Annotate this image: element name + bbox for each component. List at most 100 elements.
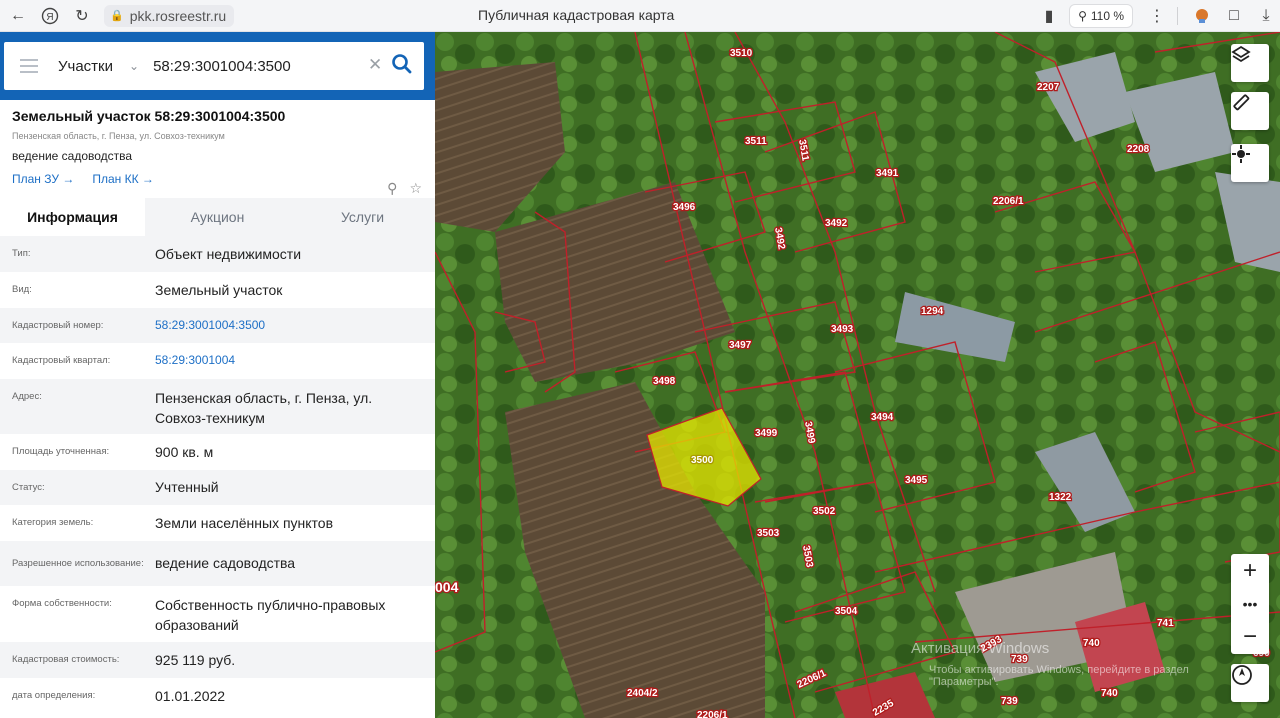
- tab-auction[interactable]: Аукцион: [145, 198, 290, 236]
- info-row: Тип: Объект недвижимости: [0, 236, 435, 272]
- svg-text:Я: Я: [46, 12, 53, 23]
- info-key: Разрешенное использование:: [12, 557, 144, 569]
- parcel-label[interactable]: 3495: [904, 474, 929, 488]
- parcel-label[interactable]: 3492: [824, 217, 849, 231]
- parcel-label[interactable]: 739: [1000, 695, 1020, 709]
- object-title: Земельный участок 58:29:3001004:3500: [12, 108, 286, 124]
- map-view[interactable]: 3510 3511 3511 3491 3492 3492 3496 1294 …: [435, 32, 1280, 718]
- info-value: Пензенская область, г. Пенза, ул. Совхоз…: [155, 390, 373, 427]
- yandex-icon[interactable]: Я: [36, 2, 64, 30]
- highlighted-parcel-label[interactable]: 3500: [690, 454, 715, 468]
- info-key: Кадастровая стоимость:: [12, 654, 120, 666]
- tab-services[interactable]: Услуги: [290, 198, 435, 236]
- zoom-out-button[interactable]: −: [1231, 620, 1269, 653]
- parcel-label[interactable]: 2404/2: [626, 687, 660, 701]
- reload-icon[interactable]: ↻: [68, 2, 96, 30]
- plan-zu-link[interactable]: План ЗУ →: [12, 172, 74, 186]
- extension-icon[interactable]: [1188, 2, 1216, 30]
- download-icon[interactable]: ⤓: [1252, 2, 1280, 30]
- info-row: дата определения: 01.01.2022: [0, 678, 435, 714]
- info-key: Адрес:: [12, 391, 42, 402]
- info-value: Земли населённых пунктов: [155, 514, 334, 531]
- search-icon[interactable]: [390, 52, 414, 76]
- compass-icon: [1232, 665, 1252, 685]
- plan-kk-link[interactable]: План КК →: [92, 172, 154, 186]
- parcel-label[interactable]: 2206/1: [992, 195, 1026, 209]
- locate-button[interactable]: [1231, 144, 1269, 182]
- info-panel: Участки ⌄ ✕ ❮ Земельный участок 58:29:30…: [0, 32, 450, 718]
- more-options-icon[interactable]: •••: [1231, 587, 1269, 620]
- info-row: Статус: Учтенный: [0, 470, 435, 505]
- zoom-in-button[interactable]: +: [1231, 554, 1269, 587]
- info-table: Тип: Объект недвижимости Вид: Земельный уч…: [0, 236, 435, 714]
- parcel-label[interactable]: 1294: [920, 305, 945, 319]
- zoom-magnifier-icon: ⚲: [1078, 9, 1087, 23]
- search-bar: Участки ⌄ ✕: [0, 32, 450, 100]
- parcel-label[interactable]: 2207: [1036, 81, 1061, 95]
- address-bar[interactable]: 🔒 pkk.rosreestr.ru: [104, 4, 235, 27]
- parcel-label[interactable]: 740: [1100, 687, 1120, 701]
- info-row: Кадастровый квартал: 58:29:3001004: [0, 343, 435, 379]
- info-key: Тип:: [12, 248, 31, 260]
- parcel-label[interactable]: 3499: [754, 427, 779, 441]
- windows-watermark-text: Чтобы активировать Windows, перейдите в …: [929, 664, 1189, 688]
- parcel-label[interactable]: 3491: [875, 167, 900, 181]
- cadastral-quarter-link[interactable]: 58:29:3001004: [155, 352, 425, 369]
- page-title: Публичная кадастровая карта: [478, 7, 675, 23]
- cadastral-number-link[interactable]: 58:29:3001004:3500: [155, 317, 425, 334]
- search-box: Участки ⌄ ✕: [4, 42, 424, 90]
- info-value: ведение садоводства: [155, 555, 296, 572]
- url-text: pkk.rosreestr.ru: [129, 7, 227, 24]
- info-key: Статус:: [12, 481, 45, 493]
- star-icon[interactable]: ☆: [409, 180, 422, 197]
- satellite-map: 3510 3511 3511 3491 3492 3492 3496 1294 …: [435, 32, 1280, 718]
- more-icon[interactable]: ⋮: [1143, 2, 1171, 30]
- info-row: Кадастровый номер: 58:29:3001004:3500: [0, 308, 435, 343]
- compass-button[interactable]: [1231, 664, 1269, 702]
- ruler-icon: [1233, 94, 1250, 111]
- layers-button[interactable]: [1231, 44, 1269, 82]
- info-row: Кадастровая стоимость: 925 119 руб.: [0, 642, 435, 678]
- info-tabs: Информация Аукцион Услуги: [0, 198, 435, 236]
- parcel-label[interactable]: 3494: [870, 411, 895, 425]
- reading-mode-icon[interactable]: □: [1220, 2, 1248, 30]
- info-row: Разрешенное использование: ведение садово…: [0, 541, 435, 586]
- info-key: Кадастровый квартал:: [12, 355, 111, 367]
- zoom-value: 110 %: [1090, 9, 1124, 23]
- parcel-label[interactable]: 740: [1082, 637, 1102, 651]
- clear-icon[interactable]: ✕: [368, 55, 382, 75]
- parcel-label[interactable]: 2208: [1126, 143, 1151, 157]
- parcel-label[interactable]: 3497: [728, 339, 753, 353]
- parcel-label[interactable]: 3503: [756, 527, 781, 541]
- parcel-label[interactable]: 741: [1156, 617, 1176, 631]
- tab-information[interactable]: Информация: [0, 198, 145, 236]
- search-input[interactable]: [153, 57, 354, 75]
- info-key: Вид:: [12, 284, 32, 296]
- parcel-label[interactable]: 3493: [830, 323, 855, 337]
- parcel-label[interactable]: 3510: [729, 47, 754, 61]
- menu-icon[interactable]: [20, 59, 38, 73]
- parcel-label[interactable]: 3511: [744, 135, 769, 149]
- parcel-label[interactable]: 1322: [1048, 491, 1073, 505]
- zoom-controls: + ••• −: [1231, 554, 1269, 654]
- parcel-label[interactable]: 3496: [672, 201, 697, 215]
- object-header: Земельный участок 58:29:3001004:3500 Пен…: [12, 108, 422, 196]
- bookmark-icon[interactable]: ▮: [1035, 2, 1063, 30]
- zoom-to-object-icon[interactable]: ⚲: [387, 180, 397, 197]
- parcel-label[interactable]: 3498: [652, 375, 677, 389]
- zoom-indicator[interactable]: ⚲ 110 %: [1069, 4, 1133, 28]
- parcel-label[interactable]: 3504: [834, 605, 859, 619]
- object-use: ведение садоводства: [12, 149, 133, 163]
- parcel-label[interactable]: 2206/1: [696, 709, 730, 718]
- chevron-down-icon[interactable]: ⌄: [129, 59, 139, 73]
- object-address: Пензенская область, г. Пенза, ул. Совхоз…: [12, 131, 225, 141]
- info-row: Адрес: Пензенская область, г. Пенза, ул. …: [0, 379, 435, 434]
- info-row: Вид: Земельный участок: [0, 272, 435, 308]
- search-type-select[interactable]: Участки: [58, 58, 113, 75]
- quarter-label[interactable]: 004: [435, 578, 460, 597]
- parcel-label[interactable]: 3502: [812, 505, 837, 519]
- layers-icon: [1231, 45, 1251, 63]
- measure-button[interactable]: [1231, 92, 1269, 130]
- toolbar-divider: [1177, 7, 1178, 25]
- back-icon[interactable]: ←: [4, 2, 32, 30]
